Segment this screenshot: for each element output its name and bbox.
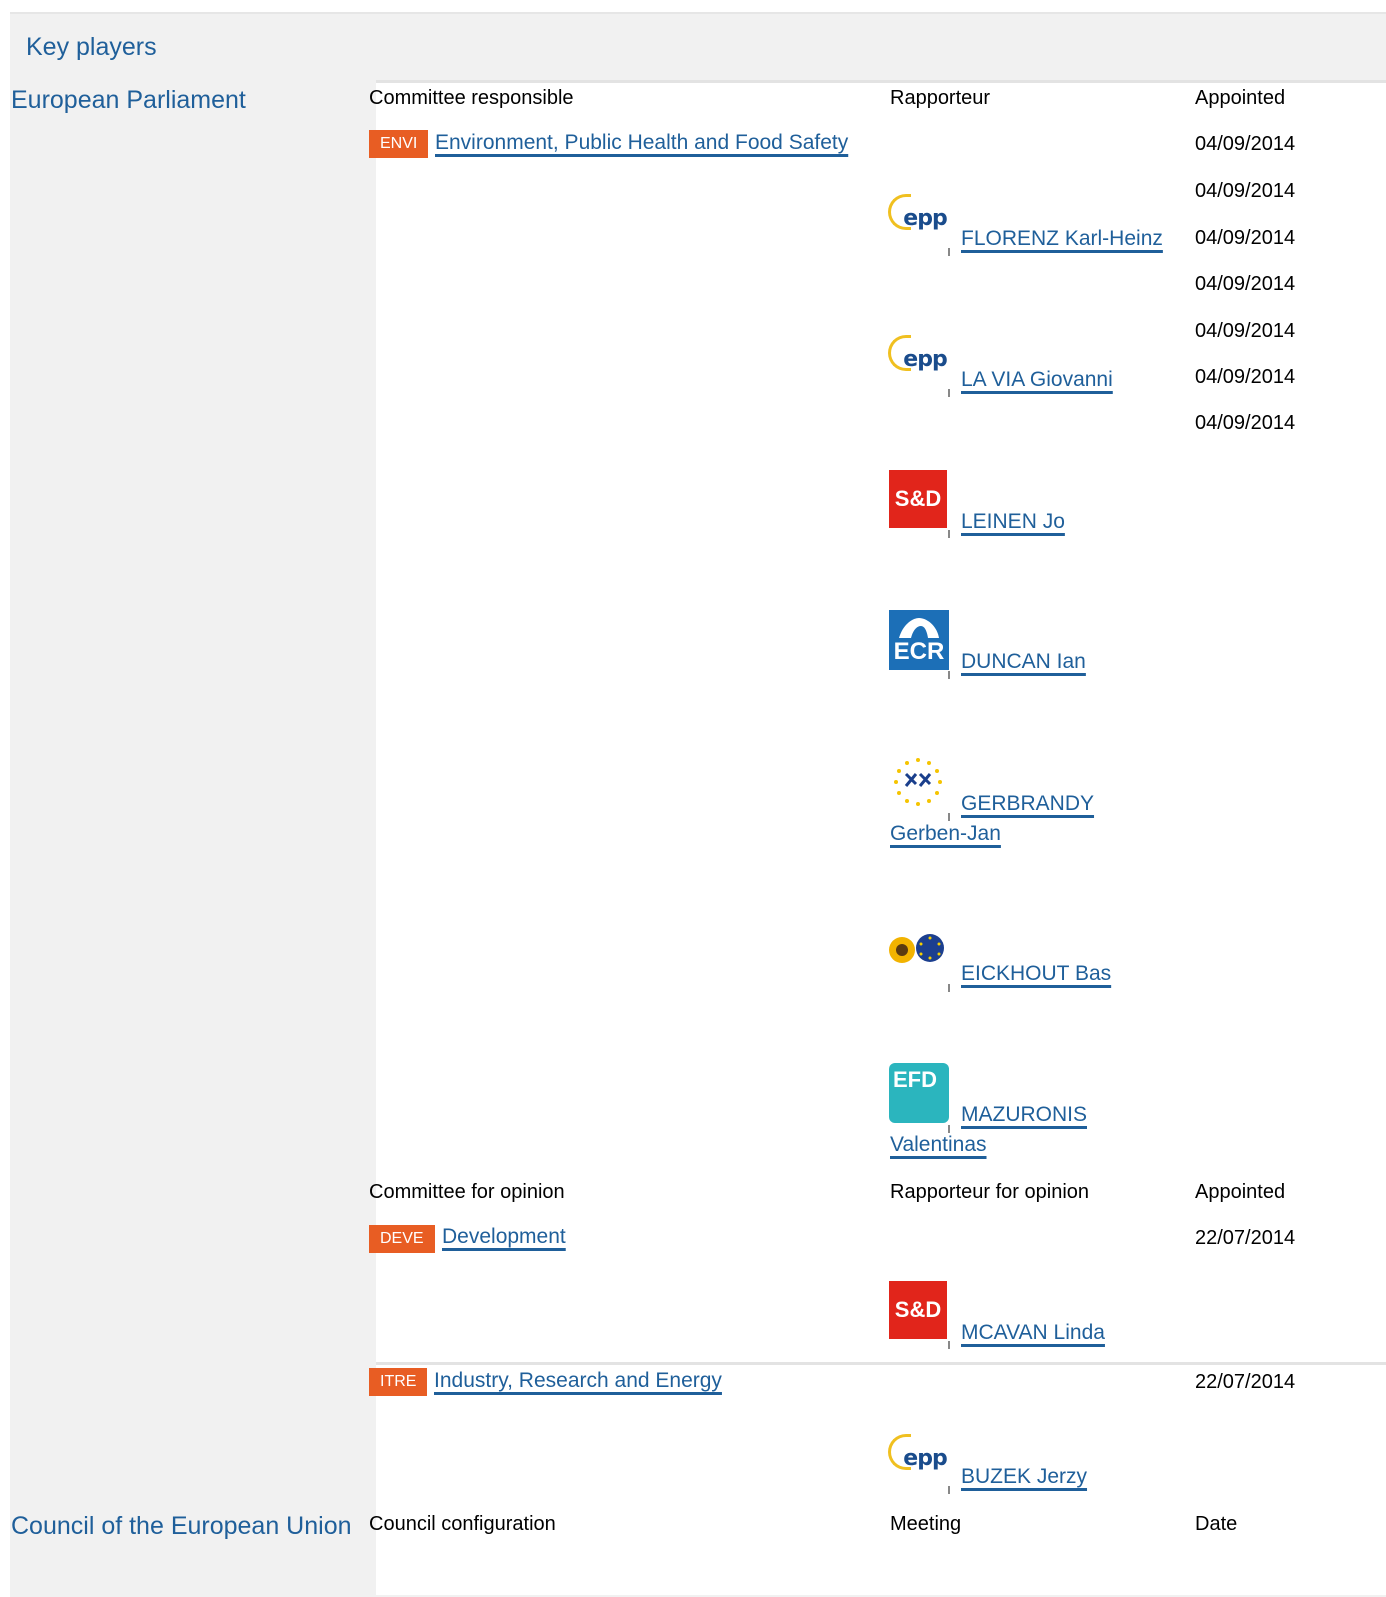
logo-tick — [948, 984, 950, 992]
header-committee-for-opinion: Committee for opinion — [369, 1181, 565, 1203]
committee-link-envi[interactable]: Environment, Public Health and Food Safe… — [435, 131, 848, 155]
logo-tick — [948, 530, 950, 538]
logo-tick — [948, 1341, 950, 1349]
appointed-date: 04/09/2014 — [1195, 366, 1296, 388]
rapporteur-link[interactable]: EICKHOUT Bas — [961, 962, 1111, 986]
logo-tick — [948, 671, 950, 679]
appointed-date: 22/07/2014 — [1195, 1371, 1296, 1393]
rapporteur-link[interactable]: BUZEK Jerzy — [961, 1465, 1087, 1489]
logo-tick — [948, 813, 950, 821]
header-date: Date — [1195, 1513, 1238, 1535]
appointed-date: 04/09/2014 — [1195, 133, 1296, 155]
rapporteur-link[interactable]: DUNCAN Ian — [961, 650, 1086, 674]
rapporteur-link[interactable]: LA VIA Giovanni — [961, 368, 1113, 392]
rapporteur-link-line2[interactable]: Valentinas — [890, 1133, 987, 1157]
efd-logo-icon: EFD — [889, 1063, 949, 1123]
greens-efa-logo-icon — [887, 930, 949, 970]
logo-tick — [948, 1486, 950, 1494]
rapporteur-link-line2[interactable]: Gerben-Jan — [890, 822, 1001, 846]
rapporteur-link[interactable]: LEINEN Jo — [961, 510, 1065, 534]
sd-logo-icon: S&D — [889, 1281, 947, 1339]
header-appointed: Appointed — [1195, 87, 1286, 109]
logo-tick — [948, 389, 950, 397]
appointed-date: 04/09/2014 — [1195, 180, 1296, 202]
header-committee-responsible: Committee responsible — [369, 87, 574, 109]
logo-tick — [948, 1125, 950, 1133]
committee-link-itre[interactable]: Industry, Research and Energy — [434, 1369, 722, 1393]
rapporteur-link[interactable]: FLORENZ Karl-Heinz — [961, 227, 1163, 251]
committee-link-deve[interactable]: Development — [442, 1225, 566, 1249]
logo-tick — [948, 248, 950, 256]
row-separator — [376, 1362, 1386, 1365]
appointed-date: 04/09/2014 — [1195, 320, 1296, 342]
alde-logo-icon — [888, 752, 948, 812]
header-rapporteur: Rapporteur — [890, 87, 991, 109]
ecr-logo-icon: ECR — [889, 610, 949, 670]
section-title: Key players — [26, 33, 157, 61]
committee-code-badge: ENVI — [369, 130, 429, 158]
rapporteur-link[interactable]: MAZURONIS — [961, 1103, 1087, 1127]
epp-logo-icon: epp — [888, 1426, 948, 1486]
epp-logo-icon: epp — [888, 327, 948, 387]
header-appointed: Appointed — [1195, 1181, 1286, 1203]
appointed-date: 04/09/2014 — [1195, 412, 1296, 434]
header-rapporteur-for-opinion: Rapporteur for opinion — [890, 1181, 1090, 1203]
rapporteur-link[interactable]: GERBRANDY — [961, 792, 1094, 816]
committee-code-badge: ITRE — [369, 1368, 428, 1396]
appointed-date: 04/09/2014 — [1195, 227, 1296, 249]
appointed-date: 04/09/2014 — [1195, 273, 1296, 295]
institution-council[interactable]: Council of the European Union — [11, 1512, 352, 1541]
appointed-date: 22/07/2014 — [1195, 1227, 1296, 1249]
row-separator — [376, 80, 1386, 83]
committee-code-badge: DEVE — [369, 1225, 435, 1253]
epp-logo-icon: epp — [888, 186, 948, 246]
institution-european-parliament[interactable]: European Parliament — [11, 86, 246, 115]
header-meeting: Meeting — [890, 1513, 962, 1535]
sd-logo-icon: S&D — [889, 470, 947, 528]
rapporteur-link[interactable]: MCAVAN Linda — [961, 1321, 1105, 1345]
header-council-configuration: Council configuration — [369, 1513, 556, 1535]
